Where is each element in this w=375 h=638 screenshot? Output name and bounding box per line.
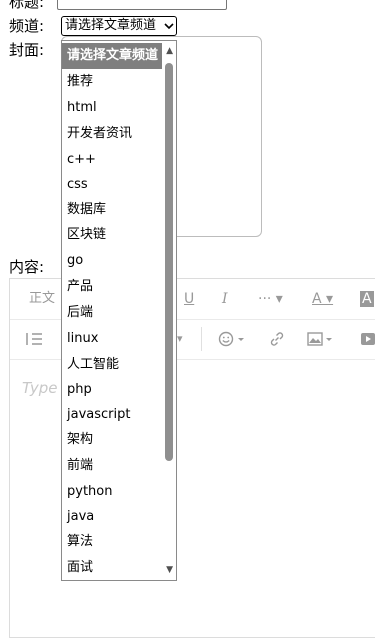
channel-select[interactable]: 请选择文章频道: [61, 16, 177, 36]
more-icon[interactable]: ··· ▾: [258, 279, 283, 319]
video-icon[interactable]: [360, 332, 375, 346]
dropdown-option[interactable]: c++: [62, 147, 162, 173]
dropdown-option[interactable]: python: [62, 479, 162, 505]
dropdown-option[interactable]: javascript: [62, 402, 162, 428]
dropdown-option[interactable]: 产品: [62, 274, 162, 300]
dropdown-option[interactable]: 前端: [62, 453, 162, 479]
dropdown-option[interactable]: css: [62, 172, 162, 198]
scroll-up-icon[interactable]: ▲: [166, 46, 173, 56]
list-chevron-icon[interactable]: ▾: [177, 319, 183, 359]
scroll-down-icon[interactable]: ▼: [166, 565, 173, 575]
channel-label: 频道:: [9, 17, 45, 35]
dropdown-option[interactable]: 后端: [62, 300, 162, 326]
dropdown-option[interactable]: 开发者资讯: [62, 121, 162, 147]
dropdown-option[interactable]: php: [62, 377, 162, 403]
emoji-icon[interactable]: [218, 331, 246, 347]
dropdown-option[interactable]: 区块链: [62, 222, 162, 248]
cover-label: 封面:: [9, 41, 45, 59]
background-color-icon[interactable]: A: [360, 291, 374, 307]
image-icon[interactable]: [307, 331, 335, 347]
dropdown-option[interactable]: linux: [62, 326, 162, 352]
font-color-icon[interactable]: A ▾: [312, 279, 333, 319]
title-label: 标题:: [9, 0, 45, 11]
dropdown-option[interactable]: 架构: [62, 427, 162, 453]
underline-icon[interactable]: U: [184, 279, 194, 319]
italic-icon[interactable]: I: [222, 279, 228, 319]
toolbar-separator: [201, 327, 202, 351]
dropdown-option[interactable]: 请选择文章频道: [62, 43, 162, 69]
title-input[interactable]: [57, 0, 227, 10]
dropdown-option[interactable]: 算法: [62, 529, 162, 555]
scrollbar-thumb[interactable]: [165, 63, 173, 461]
dropdown-option[interactable]: 推荐: [62, 69, 162, 95]
editor-placeholder: Type: [22, 379, 58, 397]
dropdown-option[interactable]: go: [62, 248, 162, 274]
dropdown-option[interactable]: 人工智能: [62, 352, 162, 378]
dropdown-option[interactable]: html: [62, 95, 162, 121]
link-icon[interactable]: [269, 331, 285, 347]
paragraph-format-select[interactable]: 正文: [29, 279, 55, 319]
dropdown-option[interactable]: 面试: [62, 555, 162, 580]
dropdown-option[interactable]: 数据库: [62, 197, 162, 223]
dropdown-option[interactable]: java: [62, 504, 162, 530]
content-label: 内容:: [9, 258, 45, 276]
channel-select-value: 请选择文章频道: [65, 18, 157, 33]
ordered-list-icon[interactable]: [26, 332, 42, 346]
channel-dropdown-list[interactable]: 请选择文章频道 推荐 html 开发者资讯 c++ css 数据库 区块链 go 产品 后端 linu…: [61, 40, 177, 581]
chevron-down-icon: [164, 23, 174, 30]
